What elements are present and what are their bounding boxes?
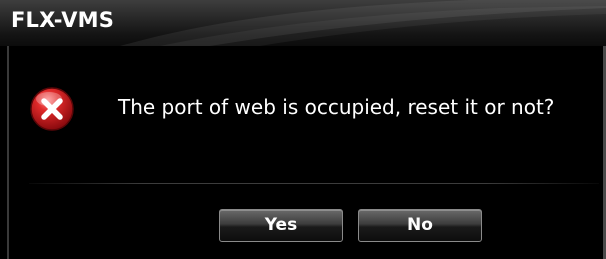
window-title: FLX-VMS [11, 8, 115, 32]
error-x-icon [30, 87, 74, 131]
separator-line [29, 183, 599, 184]
yes-button[interactable]: Yes [219, 209, 343, 242]
title-bar[interactable]: FLX-VMS [0, 0, 606, 46]
no-button[interactable]: No [358, 209, 482, 242]
dialog-message: The port of web is occupied, reset it or… [118, 95, 555, 119]
dialog-content: The port of web is occupied, reset it or… [9, 46, 603, 259]
message-dialog: FLX-VMS The port of web is occupied, res… [0, 0, 606, 259]
